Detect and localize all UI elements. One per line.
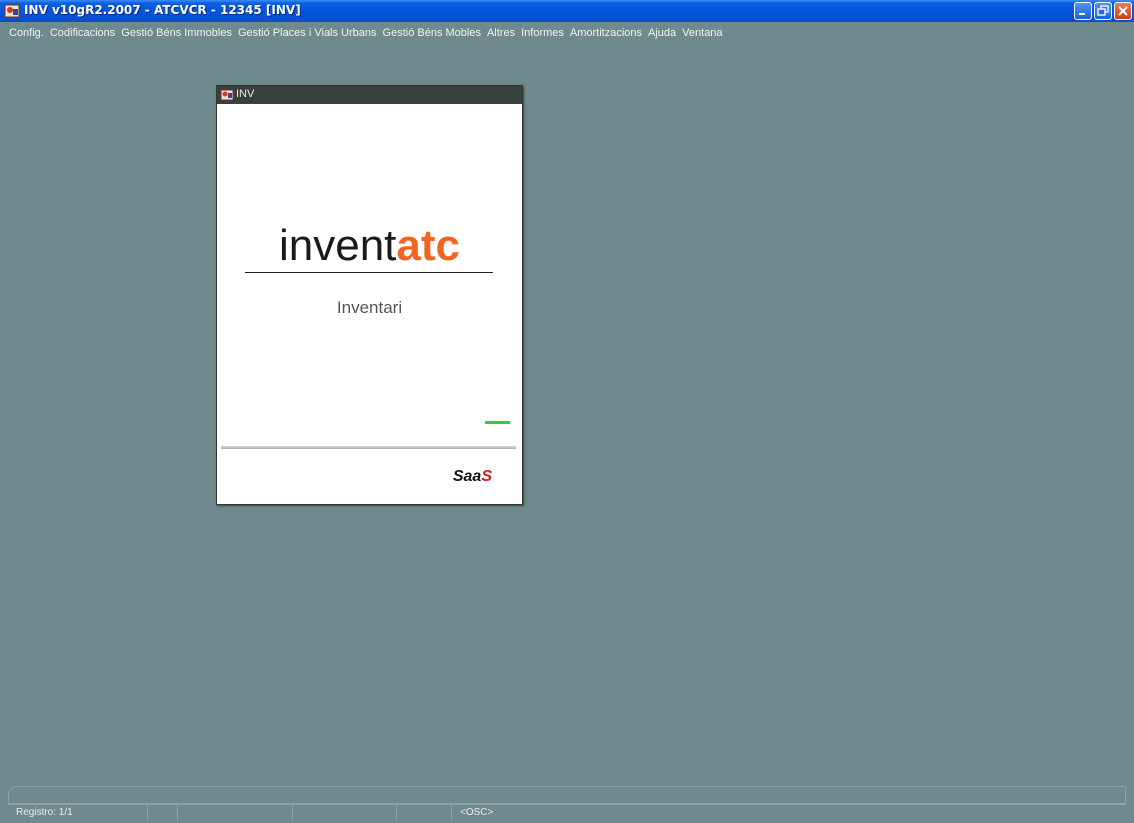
window-title: INV v10gR2.2007 - ATCVCR - 12345 [INV] xyxy=(24,3,301,17)
restore-icon xyxy=(1097,5,1109,16)
title-bar[interactable]: INV v10gR2.2007 - ATCVCR - 12345 [INV] xyxy=(0,0,1134,22)
saas-text-accent: S xyxy=(481,468,492,485)
minimize-icon xyxy=(1079,13,1085,15)
restore-button[interactable] xyxy=(1094,2,1112,20)
menu-bar: Config. Codificacions Gestió Béns Immobl… xyxy=(0,22,1134,44)
menu-gestio-places-vials[interactable]: Gestió Places i Vials Urbans xyxy=(238,27,377,39)
minimize-button[interactable] xyxy=(1074,2,1092,20)
menu-ventana[interactable]: Ventana xyxy=(682,27,722,39)
status-mode: <OSC> xyxy=(460,807,494,818)
splash-divider xyxy=(221,446,516,449)
splash-title: INV xyxy=(236,88,255,100)
status-cell-empty xyxy=(148,805,178,821)
menu-gestio-bens-mobles[interactable]: Gestió Béns Mobles xyxy=(383,27,481,39)
close-icon xyxy=(1118,6,1128,16)
loading-indicator xyxy=(485,421,510,424)
logo-underline xyxy=(245,272,493,273)
menu-ajuda[interactable]: Ajuda xyxy=(648,27,676,39)
status-cell-empty xyxy=(178,805,293,821)
app-icon[interactable] xyxy=(4,3,20,19)
menu-gestio-bens-immobles[interactable]: Gestió Béns Immobles xyxy=(121,27,232,39)
logo-text-main: invent xyxy=(278,221,397,270)
menu-informes[interactable]: Informes xyxy=(521,27,564,39)
status-bar: Registro: 1/1 <OSC> xyxy=(8,804,1126,821)
saas-logo: SaaS xyxy=(453,468,492,486)
menu-codificacions[interactable]: Codificacions xyxy=(50,27,115,39)
saas-text-main: Saa xyxy=(452,468,482,485)
menu-altres[interactable]: Altres xyxy=(487,27,515,39)
logo-text-accent: atc xyxy=(396,221,460,270)
close-button[interactable] xyxy=(1114,2,1132,20)
status-record: Registro: 1/1 xyxy=(8,805,148,821)
menu-config[interactable]: Config. xyxy=(9,27,44,39)
menu-amortitzacions[interactable]: Amortitzacions xyxy=(570,27,642,39)
inventatc-logo: inventatc xyxy=(217,221,522,271)
horizontal-scrollbar[interactable] xyxy=(8,786,1126,804)
splash-title-bar[interactable]: INV xyxy=(217,86,522,104)
status-cell-empty xyxy=(397,805,452,821)
status-cell-empty xyxy=(293,805,397,821)
product-subtitle: Inventari xyxy=(336,298,403,317)
splash-window: INV inventatc Inventari SaaS xyxy=(216,85,523,505)
splash-app-icon xyxy=(220,88,234,102)
